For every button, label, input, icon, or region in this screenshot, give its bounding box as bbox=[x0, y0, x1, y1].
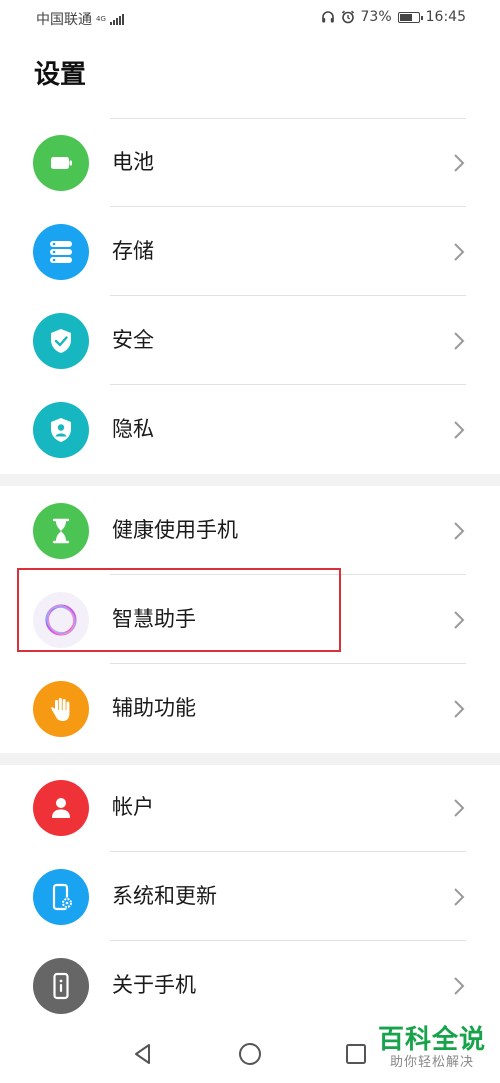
privacy-shield-icon bbox=[33, 402, 89, 458]
settings-group-3: 帐户 系统和更新 关于手机 bbox=[0, 763, 500, 1030]
watermark-logo: 百科全说 助你轻松解决 bbox=[378, 1025, 486, 1071]
network-type: 4G bbox=[96, 15, 106, 23]
settings-item-account[interactable]: 帐户 bbox=[0, 763, 500, 852]
settings-item-label: 关于手机 bbox=[112, 973, 196, 997]
recents-icon[interactable] bbox=[344, 1042, 368, 1066]
settings-item-label: 系统和更新 bbox=[112, 884, 217, 908]
phone-gear-icon bbox=[33, 869, 89, 925]
chevron-right-icon bbox=[454, 332, 465, 350]
home-icon[interactable] bbox=[238, 1042, 262, 1066]
settings-item-smart-assistant[interactable]: 智慧助手 bbox=[0, 575, 500, 664]
watermark-subtitle: 助你轻松解决 bbox=[389, 1055, 474, 1070]
chevron-right-icon bbox=[454, 522, 465, 540]
chevron-right-icon bbox=[454, 977, 465, 995]
shield-check-icon bbox=[33, 313, 89, 369]
settings-item-label: 电池 bbox=[112, 150, 154, 174]
status-right: 73% 16:45 bbox=[321, 9, 466, 25]
chevron-right-icon bbox=[454, 421, 465, 439]
assistant-ring-icon bbox=[33, 592, 89, 648]
settings-group-1: 电池 存储 安全 隐私 bbox=[0, 118, 500, 474]
battery-status-icon bbox=[397, 11, 423, 23]
clock: 16:45 bbox=[425, 9, 466, 25]
headset-icon bbox=[321, 11, 334, 23]
settings-item-battery[interactable]: 电池 bbox=[0, 118, 500, 207]
chevron-right-icon bbox=[454, 888, 465, 906]
signal-icon bbox=[109, 13, 124, 25]
settings-item-label: 存储 bbox=[112, 239, 154, 263]
settings-item-storage[interactable]: 存储 bbox=[0, 207, 500, 296]
settings-group-2: 健康使用手机 智慧助手 辅助功能 bbox=[0, 486, 500, 753]
settings-item-label: 健康使用手机 bbox=[112, 518, 238, 542]
watermark-title: 百科全说 bbox=[377, 1025, 486, 1055]
settings-item-label: 帐户 bbox=[112, 795, 154, 819]
status-bar: 中国联通 4G 73% 16:45 bbox=[0, 0, 500, 36]
hand-icon bbox=[33, 681, 89, 737]
phone-info-icon bbox=[33, 958, 89, 1014]
alarm-icon bbox=[341, 10, 354, 24]
settings-item-label: 隐私 bbox=[112, 417, 154, 441]
settings-item-security[interactable]: 安全 bbox=[0, 296, 500, 385]
settings-item-label: 安全 bbox=[112, 328, 154, 352]
status-left: 中国联通 4G bbox=[36, 9, 124, 29]
settings-item-digital-balance[interactable]: 健康使用手机 bbox=[0, 486, 500, 575]
settings-item-label: 辅助功能 bbox=[112, 696, 196, 720]
battery-icon bbox=[33, 135, 89, 191]
settings-item-about-phone[interactable]: 关于手机 bbox=[0, 941, 500, 1030]
settings-item-system-update[interactable]: 系统和更新 bbox=[0, 852, 500, 941]
chevron-right-icon bbox=[454, 611, 465, 629]
section-separator bbox=[0, 474, 500, 486]
carrier-label: 中国联通 bbox=[36, 12, 92, 28]
chevron-right-icon bbox=[454, 243, 465, 261]
account-icon bbox=[33, 780, 89, 836]
chevron-right-icon bbox=[454, 700, 465, 718]
battery-percent: 73% bbox=[360, 9, 392, 25]
chevron-right-icon bbox=[454, 799, 465, 817]
page-title: 设置 bbox=[34, 60, 87, 90]
back-icon[interactable] bbox=[131, 1042, 155, 1066]
settings-item-accessibility[interactable]: 辅助功能 bbox=[0, 664, 500, 753]
chevron-right-icon bbox=[454, 154, 465, 172]
storage-icon bbox=[33, 224, 89, 280]
hourglass-icon bbox=[33, 503, 89, 559]
settings-item-label: 智慧助手 bbox=[112, 607, 196, 631]
settings-item-privacy[interactable]: 隐私 bbox=[0, 385, 500, 474]
